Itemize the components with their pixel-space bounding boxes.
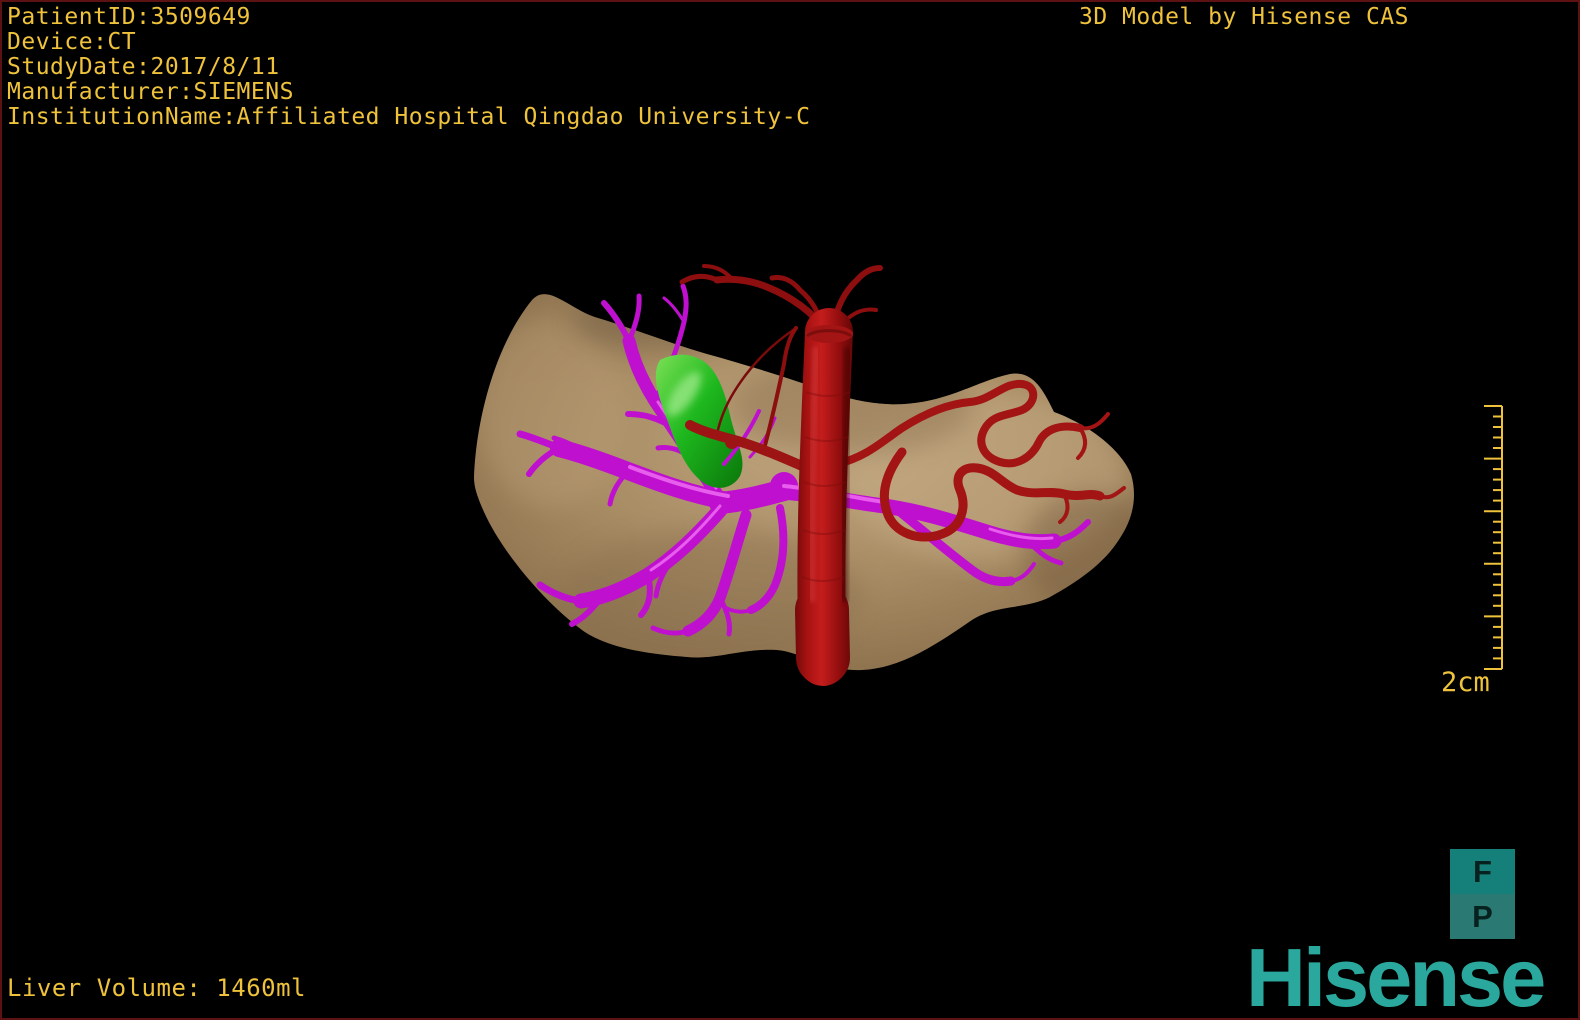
manufacturer-line: Manufacturer:SIEMENS [7, 79, 294, 105]
view-orientation-buttons: F P [1450, 849, 1515, 939]
scale-label: 2cm [1441, 667, 1490, 698]
viewer-screen: PatientID:3509649 Device:CT StudyDate:20… [0, 0, 1580, 1020]
study-date-line: StudyDate:2017/8/11 [7, 54, 280, 80]
watermark-label: 3D Model by Hisense CAS [1079, 4, 1409, 30]
patient-info-overlay: PatientID:3509649 Device:CT StudyDate:20… [7, 5, 810, 130]
scale-ruler-icon: 2cm [1441, 405, 1503, 698]
liver-3d-model-viewport[interactable] [432, 252, 1152, 702]
patient-id-line: PatientID:3509649 [7, 4, 251, 30]
scale-bar: 2cm [1427, 395, 1537, 705]
institution-line: InstitutionName:Affiliated Hospital Qing… [7, 104, 811, 130]
hisense-logo: Hisense [1246, 931, 1546, 1020]
device-line: Device:CT [7, 29, 137, 55]
liver-volume-label: Liver Volume: 1460ml [7, 974, 306, 1002]
aorta-mesh [795, 308, 853, 686]
liver-3d-model [474, 264, 1134, 686]
front-view-button[interactable]: F [1450, 849, 1515, 894]
